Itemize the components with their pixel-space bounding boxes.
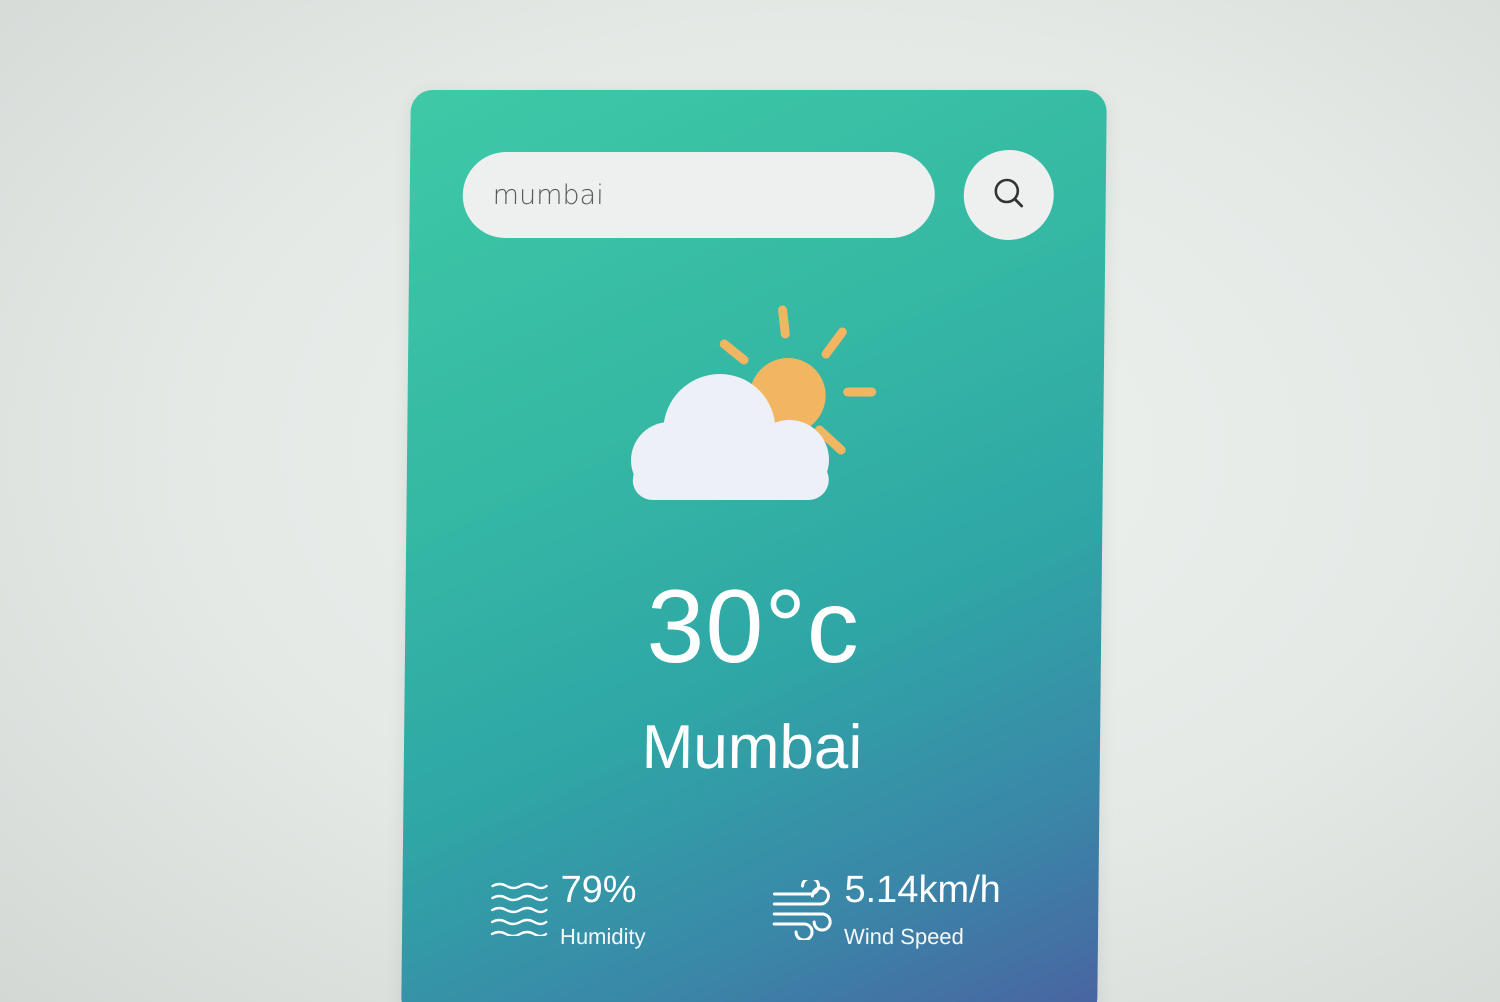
wind-icon: [770, 876, 833, 944]
humidity-value: 79%: [560, 869, 637, 911]
search-input[interactable]: [462, 152, 936, 238]
search-button[interactable]: [963, 150, 1055, 240]
wind-speed-label: Wind Speed: [843, 924, 964, 949]
weather-card: 30°c Mumbai 79% Humidity: [401, 90, 1107, 1002]
search-icon: [992, 176, 1026, 214]
temperature-value: 30°c: [645, 569, 861, 685]
city-name: Mumbai: [641, 713, 863, 782]
humidity-stat: 79% Humidity: [490, 869, 646, 950]
wind-speed-value: 5.14km/h: [844, 869, 1002, 911]
partly-cloudy-icon: [618, 300, 890, 510]
humidity-label: Humidity: [559, 924, 646, 949]
humidity-icon: [490, 880, 549, 940]
wind-speed-stat: 5.14km/h Wind Speed: [770, 869, 1002, 950]
